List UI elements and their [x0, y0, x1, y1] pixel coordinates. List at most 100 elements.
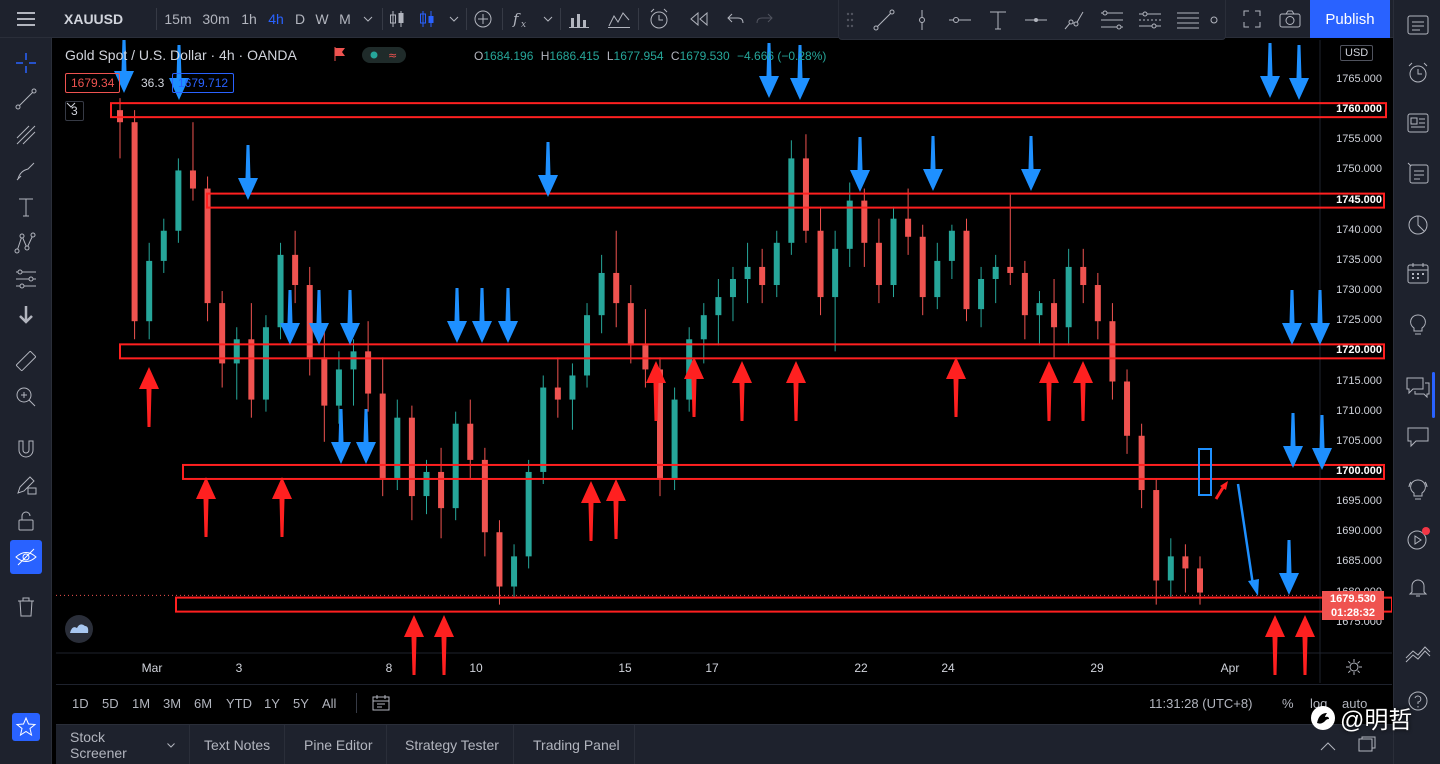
redo-icon[interactable]: [752, 0, 778, 38]
clock-timezone[interactable]: 11:31:28 (UTC+8): [1149, 685, 1252, 721]
trend-line-icon[interactable]: [865, 0, 903, 40]
candle-body: [1080, 266, 1087, 286]
text-tool-icon[interactable]: [979, 0, 1017, 40]
collapse-panel-icon[interactable]: [1320, 738, 1336, 756]
alerts-clock-icon[interactable]: [1400, 56, 1436, 90]
indicators-chevron-icon[interactable]: [540, 0, 556, 38]
range-1d[interactable]: 1D: [72, 685, 89, 721]
calendar-icon[interactable]: [1400, 256, 1436, 290]
interval-30m[interactable]: 30m: [200, 0, 232, 38]
fib-retracement-icon[interactable]: [1093, 0, 1131, 40]
watermark: @明哲: [1310, 700, 1412, 735]
last-price-label: 1679.530: [1322, 591, 1384, 606]
horizontal-line-icon[interactable]: [1017, 0, 1055, 40]
fib-tool-icon[interactable]: [6, 118, 46, 152]
candle-body: [627, 303, 634, 346]
lock-icon[interactable]: [6, 504, 46, 538]
chart-type-chevron-icon[interactable]: [446, 0, 462, 38]
red-up-arrow: [732, 361, 752, 421]
vertical-line-icon[interactable]: [903, 0, 941, 40]
chart-type-icon[interactable]: [414, 0, 440, 38]
undo-icon[interactable]: [722, 0, 748, 38]
interval-1h[interactable]: 1h: [238, 0, 260, 38]
magnet-icon[interactable]: [6, 432, 46, 466]
candles-icon[interactable]: [386, 0, 408, 38]
lock-pencil-icon[interactable]: [6, 468, 46, 502]
notifications-bell-icon[interactable]: [1400, 570, 1436, 604]
buy-price-button[interactable]: 1679.712: [172, 73, 235, 93]
tab-text-notes[interactable]: Text Notes: [190, 725, 286, 764]
intervals-chevron-icon[interactable]: [360, 0, 376, 38]
chart-pane[interactable]: Gold Spot / U.S. Dollar · 4h · OANDA ≈ O…: [56, 40, 1392, 683]
path-tool-icon[interactable]: [1055, 0, 1093, 40]
prediction-icon[interactable]: [6, 262, 46, 296]
chats-icon[interactable]: [1400, 370, 1436, 404]
snapshot-icon[interactable]: [1276, 0, 1304, 38]
range-1y[interactable]: 1Y: [264, 685, 280, 721]
financials-icon[interactable]: [564, 0, 594, 38]
replay-icon[interactable]: [684, 0, 714, 38]
interval-d[interactable]: D: [292, 0, 308, 38]
range-all[interactable]: All: [322, 685, 336, 721]
percent-toggle[interactable]: %: [1282, 685, 1294, 721]
range-3m[interactable]: 3M: [163, 685, 181, 721]
ruler-icon[interactable]: [6, 344, 46, 378]
sell-price-button[interactable]: 1679.34: [65, 73, 121, 93]
zoom-in-icon[interactable]: [6, 380, 46, 414]
candle-body: [1124, 381, 1131, 436]
range-5d[interactable]: 5D: [102, 685, 119, 721]
arrow-down-icon[interactable]: [6, 298, 46, 332]
symbol-search[interactable]: XAUUSD: [64, 0, 123, 38]
more-tools-icon[interactable]: [1169, 0, 1207, 40]
tab-trading-panel[interactable]: Trading Panel: [519, 725, 635, 764]
fullscreen-icon[interactable]: [1238, 0, 1266, 38]
drag-handle-icon[interactable]: [839, 0, 861, 40]
trash-icon[interactable]: [6, 590, 46, 624]
indicators-icon[interactable]: fx: [508, 0, 538, 38]
blue-down-arrow: [498, 288, 518, 343]
range-6m[interactable]: 6M: [194, 685, 212, 721]
publish-button[interactable]: Publish: [1310, 0, 1390, 38]
interval-4h[interactable]: 4h: [265, 0, 287, 38]
trading-chart-icon[interactable]: [1400, 636, 1436, 670]
templates-icon[interactable]: [604, 0, 634, 38]
range-1m[interactable]: 1M: [132, 685, 150, 721]
horizontal-ray-icon[interactable]: [941, 0, 979, 40]
goto-date-icon[interactable]: [372, 685, 390, 721]
tab-pine-editor[interactable]: Pine Editor: [290, 725, 388, 764]
currency-label[interactable]: USD: [1340, 45, 1374, 61]
streams-icon[interactable]: [1400, 472, 1436, 506]
chart-widget-icon[interactable]: [1400, 208, 1436, 242]
brush-icon[interactable]: [6, 154, 46, 188]
ideas-lightbulb-icon[interactable]: [1400, 308, 1436, 342]
crosshair-icon[interactable]: [6, 46, 46, 80]
candle-body: [394, 417, 401, 478]
line-tool-icon[interactable]: [6, 82, 46, 116]
interval-w[interactable]: W: [313, 0, 331, 38]
public-chat-icon[interactable]: [1400, 420, 1436, 454]
hide-drawings-icon[interactable]: [10, 540, 42, 574]
tab-strategy-tester[interactable]: Strategy Tester: [391, 725, 514, 764]
favorites-star-icon[interactable]: [6, 710, 46, 744]
range-5y[interactable]: 5Y: [293, 685, 309, 721]
tab-stock-screener[interactable]: Stock Screener: [56, 725, 190, 764]
watchlist-icon[interactable]: [1400, 8, 1436, 42]
text-icon[interactable]: [6, 190, 46, 224]
interval-m[interactable]: M: [336, 0, 354, 38]
more-tools-chevron-icon[interactable]: [1203, 0, 1225, 40]
maximize-panel-icon[interactable]: [1358, 736, 1376, 757]
data-window-icon[interactable]: [1400, 106, 1436, 140]
menu-icon[interactable]: [12, 0, 40, 38]
range-ytd[interactable]: YTD: [226, 685, 252, 721]
live-stream-icon[interactable]: [1400, 522, 1436, 556]
compare-icon[interactable]: [470, 0, 496, 38]
hotlist-icon[interactable]: [1400, 156, 1436, 190]
pattern-icon[interactable]: [6, 226, 46, 260]
parallel-channel-icon[interactable]: [1131, 0, 1169, 40]
chevron-down-icon: [167, 742, 175, 748]
price-chart[interactable]: [56, 40, 1392, 683]
indicators-toggle[interactable]: 3: [65, 101, 84, 121]
scroll-thumb[interactable]: [1432, 372, 1435, 418]
alert-icon[interactable]: [644, 0, 674, 38]
interval-15m[interactable]: 15m: [164, 0, 192, 38]
